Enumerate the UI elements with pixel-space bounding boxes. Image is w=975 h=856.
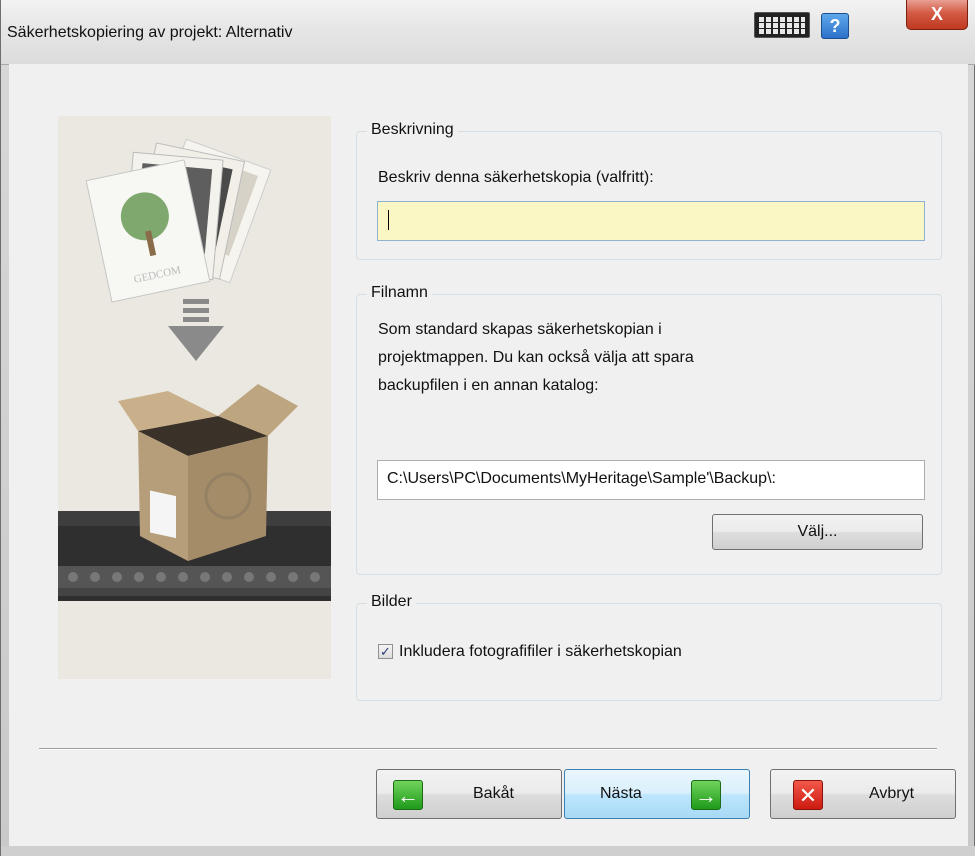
description-group-label: Beskrivning bbox=[367, 121, 458, 139]
pictures-group-label: Bilder bbox=[367, 593, 416, 611]
cancel-button[interactable]: ✕ Avbryt bbox=[770, 769, 956, 819]
backup-illustration: GEDCOM bbox=[58, 116, 331, 679]
backup-path-input[interactable]: C:\Users\PC\Documents\MyHeritage\Sample'… bbox=[377, 460, 925, 500]
include-photos-checkbox[interactable]: ✓ bbox=[378, 644, 393, 659]
arrow-left-icon: ← bbox=[393, 780, 423, 810]
keyboard-icon[interactable] bbox=[754, 12, 810, 38]
window-title: Säkerhetskopiering av projekt: Alternati… bbox=[7, 24, 293, 41]
footer-divider bbox=[39, 748, 937, 750]
help-button[interactable]: ? bbox=[821, 13, 849, 39]
back-button-label: Bakåt bbox=[473, 785, 514, 802]
next-button-label: Nästa bbox=[600, 785, 642, 802]
cancel-button-label: Avbryt bbox=[869, 785, 915, 802]
filename-info-line2: projektmappen. Du kan också välja att sp… bbox=[378, 349, 694, 366]
choose-folder-button[interactable]: Välj... bbox=[712, 514, 923, 550]
title-bar[interactable]: Säkerhetskopiering av projekt: Alternati… bbox=[1, 0, 975, 65]
include-photos-label[interactable]: Inkludera fotografifiler i säkerhetskopi… bbox=[399, 640, 682, 663]
filename-group-label: Filnamn bbox=[367, 284, 432, 302]
arrow-right-icon: → bbox=[691, 780, 721, 810]
dialog-content: GEDCOM Beskrivning Beskriv denna säkerhe… bbox=[9, 64, 968, 846]
text-caret bbox=[388, 210, 389, 230]
filename-info-line3: backupfilen i en annan katalog: bbox=[378, 377, 599, 394]
description-input[interactable] bbox=[377, 201, 925, 241]
close-button[interactable]: X bbox=[906, 0, 968, 30]
window-bottom-border bbox=[1, 846, 975, 856]
backup-illustration-art: GEDCOM bbox=[58, 116, 331, 679]
back-button[interactable]: ← Bakåt bbox=[376, 769, 562, 819]
dialog-window: Säkerhetskopiering av projekt: Alternati… bbox=[0, 0, 975, 856]
cancel-x-icon: ✕ bbox=[793, 780, 823, 810]
next-button[interactable]: Nästa → bbox=[564, 769, 750, 819]
filename-info-line1: Som standard skapas säkerhetskopian i bbox=[378, 321, 662, 338]
description-prompt: Beskriv denna säkerhetskopia (valfritt): bbox=[378, 169, 654, 186]
